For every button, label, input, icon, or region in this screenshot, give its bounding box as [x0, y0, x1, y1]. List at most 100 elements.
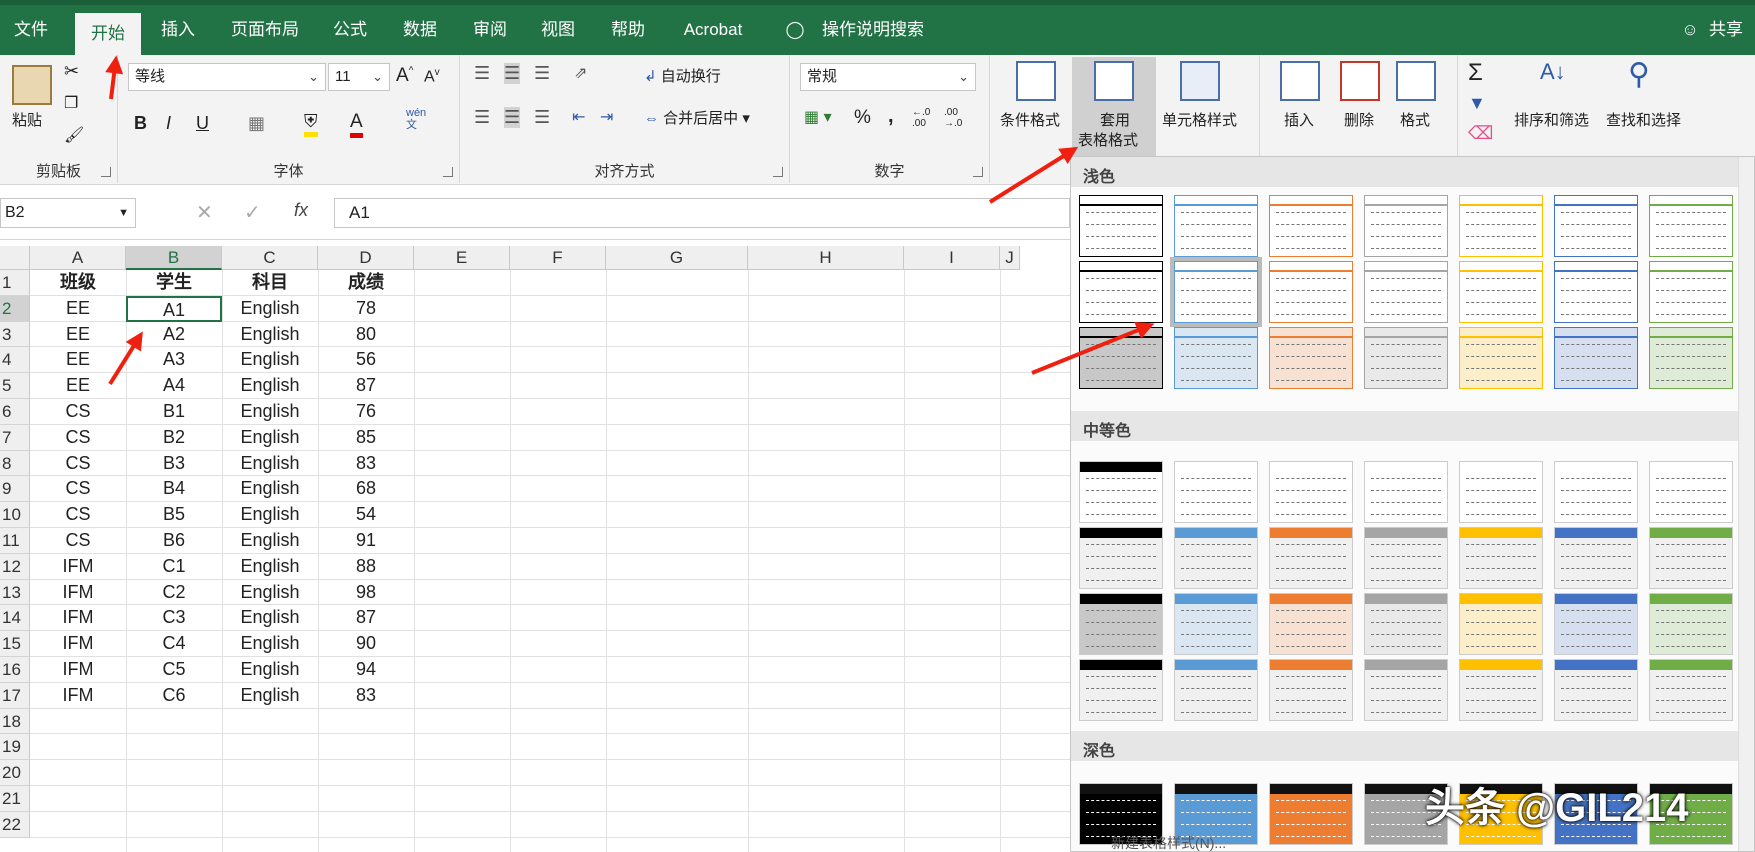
table-cell[interactable]: EE	[30, 296, 126, 322]
table-cell[interactable]: CS	[30, 425, 126, 451]
table-cell[interactable]: 83	[318, 683, 414, 709]
align-middle-icon[interactable]: ☰	[504, 63, 521, 84]
table-cell[interactable]: CS	[30, 399, 126, 425]
table-cell[interactable]: English	[222, 373, 318, 399]
align-bottom-icon[interactable]: ☰	[534, 63, 550, 84]
header-cell[interactable]: 科目	[222, 270, 318, 296]
autosum-icon[interactable]: Σ	[1468, 59, 1483, 87]
table-style-swatch[interactable]	[1554, 659, 1638, 721]
fill-color-icon[interactable]: ⛨	[304, 111, 318, 137]
tab-review[interactable]: 审阅	[462, 5, 518, 55]
table-cell[interactable]: B6	[126, 528, 222, 554]
table-cell[interactable]: English	[222, 322, 318, 348]
enter-icon[interactable]: ✓	[244, 200, 261, 225]
row-header[interactable]: 22	[0, 811, 30, 838]
row-header[interactable]: 2	[0, 295, 30, 322]
table-cell[interactable]: 54	[318, 502, 414, 528]
phonetic-icon[interactable]: wén 文	[406, 107, 426, 131]
table-cell[interactable]: English	[222, 683, 318, 709]
table-cell[interactable]: 56	[318, 347, 414, 373]
table-style-swatch[interactable]	[1649, 527, 1733, 589]
sort-filter-button[interactable]: 排序和筛选	[1514, 109, 1589, 130]
bold-button[interactable]: B	[134, 113, 147, 134]
find-select-button[interactable]: 查找和选择	[1606, 109, 1681, 130]
table-cell[interactable]: B3	[126, 451, 222, 477]
clear-icon[interactable]: ⌫	[1468, 123, 1493, 144]
table-style-swatch[interactable]	[1364, 461, 1448, 523]
tab-file[interactable]: 文件	[0, 5, 62, 55]
table-cell[interactable]: C6	[126, 683, 222, 709]
table-style-swatch[interactable]	[1174, 195, 1258, 257]
column-header[interactable]: E	[414, 246, 510, 270]
conditional-format-button[interactable]: 条件格式	[1000, 109, 1060, 130]
table-cell[interactable]: 88	[318, 554, 414, 580]
table-cell[interactable]: IFM	[30, 657, 126, 683]
font-size-combo[interactable]: 11 ⌄	[328, 63, 390, 91]
table-style-swatch[interactable]	[1079, 461, 1163, 523]
column-header[interactable]: H	[748, 246, 904, 270]
wrap-text-button[interactable]: ↲ 自动换行	[644, 65, 721, 86]
italic-button[interactable]: I	[166, 113, 171, 134]
table-style-swatch[interactable]	[1459, 659, 1543, 721]
table-cell[interactable]: English	[222, 425, 318, 451]
row-header[interactable]: 10	[0, 502, 30, 528]
font-color-icon[interactable]: A	[350, 111, 363, 138]
table-style-swatch[interactable]	[1554, 327, 1638, 389]
table-style-swatch[interactable]	[1459, 261, 1543, 323]
row-header[interactable]: 8	[0, 450, 30, 477]
header-cell[interactable]: 学生	[126, 270, 222, 296]
row-header[interactable]: 20	[0, 760, 30, 786]
alignment-launcher-icon[interactable]	[773, 167, 783, 177]
row-header[interactable]: 7	[0, 424, 30, 451]
table-cell[interactable]: B1	[126, 399, 222, 425]
column-header[interactable]: B	[126, 246, 222, 270]
paste-button[interactable]: 粘贴	[12, 109, 42, 130]
delete-cells-button[interactable]: 删除	[1344, 109, 1374, 130]
table-style-swatch[interactable]	[1079, 195, 1163, 257]
select-all-corner[interactable]	[0, 246, 30, 270]
decrease-indent-icon[interactable]: ⇤	[572, 107, 585, 127]
table-cell[interactable]: IFM	[30, 683, 126, 709]
row-header[interactable]: 5	[0, 373, 30, 399]
table-cell[interactable]: 90	[318, 631, 414, 657]
tab-page-layout[interactable]: 页面布局	[222, 5, 308, 55]
table-style-swatch[interactable]	[1649, 261, 1733, 323]
format-painter-icon[interactable]: 🖌	[64, 125, 84, 145]
tab-data[interactable]: 数据	[392, 5, 448, 55]
table-cell[interactable]: 83	[318, 451, 414, 477]
table-cell[interactable]: English	[222, 502, 318, 528]
column-header[interactable]: A	[30, 246, 126, 270]
table-cell[interactable]: CS	[30, 528, 126, 554]
new-table-style-link[interactable]: 新建表格样式(N)...	[1111, 833, 1226, 851]
table-style-swatch[interactable]	[1364, 527, 1448, 589]
row-header[interactable]: 15	[0, 631, 30, 657]
table-cell[interactable]: C4	[126, 631, 222, 657]
table-cell[interactable]: English	[222, 296, 318, 322]
table-style-swatch[interactable]	[1269, 327, 1353, 389]
table-style-swatch[interactable]	[1459, 593, 1543, 655]
tab-view[interactable]: 视图	[530, 5, 586, 55]
table-style-swatch[interactable]	[1364, 659, 1448, 721]
table-style-swatch[interactable]	[1269, 527, 1353, 589]
insert-cells-button[interactable]: 插入	[1284, 109, 1314, 130]
table-cell[interactable]: English	[222, 631, 318, 657]
paste-icon[interactable]	[12, 65, 52, 105]
table-cell[interactable]: English	[222, 528, 318, 554]
table-cell[interactable]: 76	[318, 399, 414, 425]
table-style-swatch[interactable]	[1459, 327, 1543, 389]
column-header[interactable]: G	[606, 246, 748, 270]
borders-icon[interactable]: ▦	[248, 113, 265, 134]
table-style-swatch[interactable]	[1269, 261, 1353, 323]
table-cell[interactable]: English	[222, 451, 318, 477]
tab-insert[interactable]: 插入	[150, 5, 206, 55]
table-style-swatch[interactable]	[1269, 783, 1353, 845]
table-cell[interactable]: C5	[126, 657, 222, 683]
table-style-swatch[interactable]	[1649, 327, 1733, 389]
fill-icon[interactable]: ▼	[1468, 93, 1486, 114]
currency-icon[interactable]: ▦ ▾	[804, 107, 832, 127]
table-cell[interactable]: English	[222, 347, 318, 373]
table-style-swatch[interactable]	[1364, 327, 1448, 389]
align-center-icon[interactable]: ☰	[504, 107, 521, 128]
row-header[interactable]: 9	[0, 476, 30, 503]
table-cell[interactable]: B2	[126, 425, 222, 451]
